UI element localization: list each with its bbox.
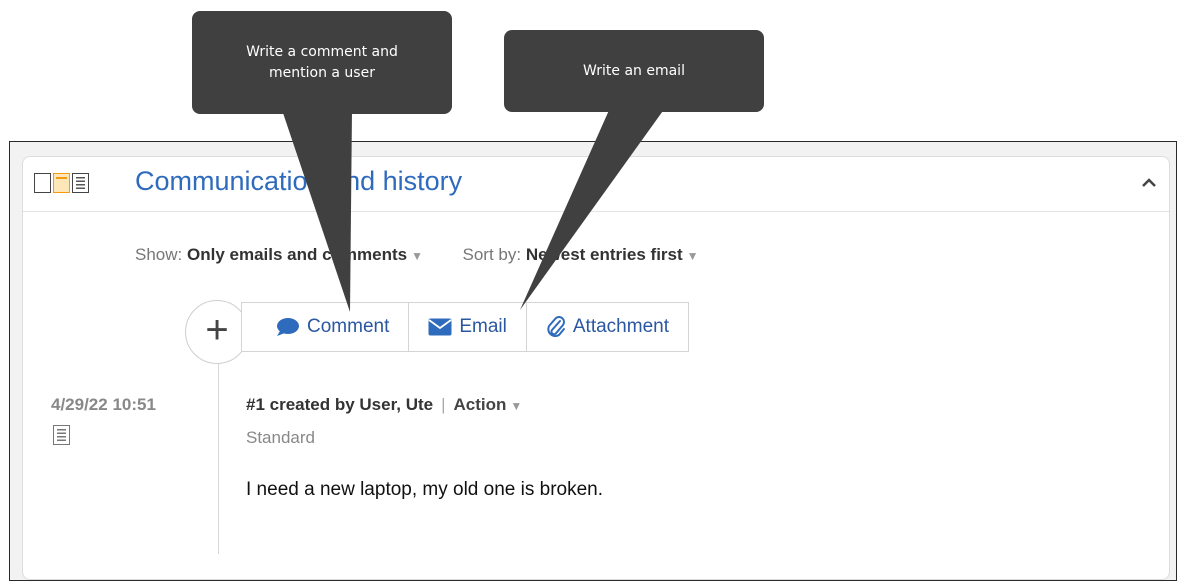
attachment-label: Attachment: [572, 316, 669, 337]
caret-down-icon: ▼: [686, 249, 699, 263]
entry-date: 4/29/22 10:51: [51, 395, 156, 414]
email-callout: Write an email: [504, 30, 764, 112]
entry-type: Standard: [246, 428, 315, 447]
action-label: Action: [453, 395, 507, 414]
email-callout-text: Write an email: [583, 62, 685, 79]
comment-callout: Write a comment and mention a user: [192, 11, 452, 114]
entry-action-buttons: Comment Email Attachment: [241, 302, 689, 352]
show-label: Show:: [135, 245, 183, 264]
document-icon: [53, 425, 70, 445]
comment-callout-line2: mention a user: [269, 64, 375, 81]
plus-icon: +: [205, 308, 229, 352]
layout-switcher: [34, 173, 89, 193]
filter-row: Show: Only emails and comments ▼ Sort by:…: [135, 245, 699, 265]
action-dropdown[interactable]: Action ▼: [454, 395, 523, 414]
speech-bubble-icon: [277, 318, 299, 336]
entry-header: #1 created by User, Ute | Action ▼: [246, 395, 522, 415]
show-value: Only emails and comments: [186, 245, 408, 264]
comment-button[interactable]: Comment: [242, 303, 408, 351]
two-column-icon[interactable]: [53, 173, 70, 193]
panel-title: Communication and history: [135, 166, 463, 196]
panel-header: Communication and history: [23, 157, 1169, 212]
caret-down-icon: ▼: [411, 249, 424, 263]
chevron-up-icon[interactable]: [1139, 173, 1159, 193]
timeline-line: [218, 352, 219, 554]
comment-callout-line1: Write a comment and: [246, 43, 398, 60]
detail-list-icon[interactable]: [72, 173, 89, 193]
communication-panel: Communication and history Show: Only ema…: [22, 156, 1170, 580]
sort-label: Sort by:: [462, 245, 522, 264]
entry-separator: |: [441, 395, 446, 414]
sort-value: Newest entries first: [525, 245, 683, 264]
entry-body: I need a new laptop, my old one is broke…: [246, 479, 604, 500]
show-dropdown[interactable]: Only emails and comments ▼: [187, 245, 428, 264]
entry-created-by: #1 created by User, Ute: [246, 395, 434, 414]
comment-label: Comment: [307, 316, 390, 337]
add-entry-button[interactable]: +: [185, 300, 249, 364]
paperclip-icon: [547, 316, 565, 338]
envelope-icon: [428, 318, 452, 336]
sort-dropdown[interactable]: Newest entries first ▼: [526, 245, 699, 264]
email-button[interactable]: Email: [408, 303, 526, 351]
single-column-icon[interactable]: [34, 173, 51, 193]
attachment-button[interactable]: Attachment: [525, 303, 688, 351]
caret-down-icon: ▼: [510, 399, 523, 413]
email-label: Email: [459, 316, 507, 337]
